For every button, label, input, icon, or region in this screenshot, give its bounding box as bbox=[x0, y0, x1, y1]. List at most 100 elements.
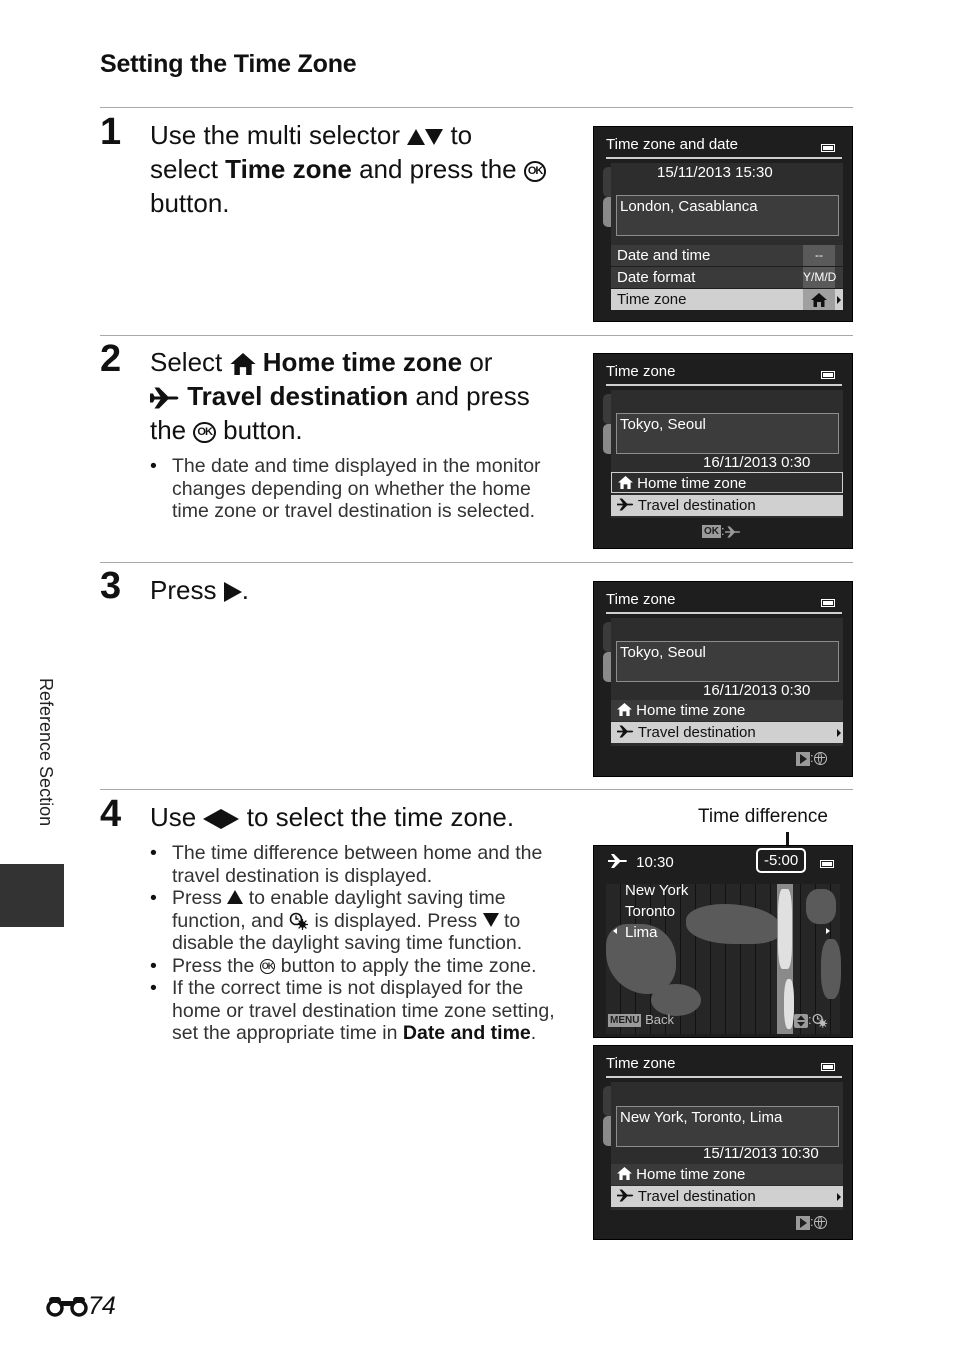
map-highlighted-land bbox=[778, 889, 792, 969]
text: to select the time zone. bbox=[246, 802, 515, 832]
option-travel-destination[interactable]: Travel destination bbox=[611, 495, 843, 516]
down-arrow-icon bbox=[425, 129, 444, 146]
row-value: Y/M/D bbox=[803, 267, 836, 288]
option-label: Travel destination bbox=[637, 724, 756, 741]
left-arrow-icon[interactable] bbox=[613, 928, 617, 934]
camera-screen-time-zone-result: Time zone New York, Toronto, Lima 15/11/… bbox=[593, 1045, 853, 1240]
airplane-icon bbox=[617, 725, 634, 738]
battery-icon bbox=[821, 1063, 835, 1071]
globe-icon bbox=[813, 752, 827, 766]
ok-button-icon: OK bbox=[193, 421, 216, 443]
option-label: Home time zone bbox=[636, 1166, 746, 1183]
divider bbox=[606, 1076, 842, 1078]
location-box: Tokyo, Seoul bbox=[616, 641, 839, 682]
step-2-notes: The date and time displayed in the monit… bbox=[150, 455, 570, 523]
datetime: 15/11/2013 15:30 bbox=[657, 164, 773, 181]
option-label: Home time zone bbox=[636, 702, 746, 719]
text: Press bbox=[150, 575, 217, 605]
up-down-key-icon bbox=[794, 1013, 808, 1028]
airplane-icon bbox=[608, 854, 627, 868]
row-label: Date format bbox=[617, 269, 696, 286]
divider bbox=[100, 789, 853, 790]
step-1-text: Use the multi selector to select Time zo… bbox=[150, 118, 570, 220]
right-arrow-icon bbox=[837, 1193, 841, 1201]
option-home-time-zone[interactable]: Home time zone bbox=[611, 1164, 843, 1185]
step-number: 3 bbox=[100, 565, 122, 607]
binoculars-icon bbox=[46, 1297, 88, 1317]
screen-title: Time zone bbox=[606, 591, 676, 608]
option-label: Home time zone bbox=[637, 475, 747, 492]
home-icon bbox=[803, 289, 835, 310]
option-home-time-zone[interactable]: Home time zone bbox=[611, 472, 843, 493]
camera-screen-time-zone-home: Time zone Tokyo, Seoul 16/11/2013 0:30 H… bbox=[593, 353, 853, 549]
note: Press to enable daylight saving time fun… bbox=[150, 887, 570, 955]
screen-title: Time zone bbox=[606, 1055, 676, 1072]
row-label: Time zone bbox=[617, 291, 687, 308]
text: Use bbox=[150, 802, 197, 832]
right-arrow-icon bbox=[837, 729, 841, 737]
page-number: 74 bbox=[46, 1292, 116, 1321]
datetime: 16/11/2013 0:30 bbox=[703, 454, 811, 471]
back-label: Back bbox=[645, 1012, 674, 1027]
right-key-icon bbox=[796, 751, 810, 766]
travel-time: 10:30 bbox=[608, 854, 674, 871]
city-list: New York Toronto Lima bbox=[625, 880, 688, 943]
divider bbox=[606, 612, 842, 614]
note: Press the OK button to apply the time zo… bbox=[150, 955, 570, 978]
text: button. bbox=[150, 188, 230, 218]
divider bbox=[100, 335, 853, 336]
text: button. bbox=[223, 415, 303, 445]
text: Select bbox=[150, 347, 223, 377]
text: to bbox=[450, 120, 473, 150]
step-4-text: Use to select the time zone. bbox=[150, 800, 580, 834]
time-difference-value: -5:00 bbox=[756, 848, 807, 873]
globe-icon bbox=[813, 1216, 827, 1230]
home-icon bbox=[229, 353, 256, 376]
map-highlighted-land bbox=[784, 979, 794, 1029]
callout-line bbox=[786, 832, 789, 846]
up-arrow-icon bbox=[407, 129, 426, 146]
location-box: Tokyo, Seoul bbox=[616, 413, 839, 454]
note: If the correct time is not displayed for… bbox=[150, 977, 570, 1045]
screen-title: Time zone and date bbox=[606, 136, 739, 153]
menu-row-date-format[interactable]: Date format Y/M/D bbox=[611, 267, 843, 288]
text: and press the bbox=[359, 154, 517, 184]
option-travel-destination[interactable]: Travel destination bbox=[611, 722, 843, 743]
airplane-icon bbox=[150, 387, 179, 409]
battery-icon bbox=[821, 599, 835, 607]
step-number: 4 bbox=[100, 793, 122, 835]
option-label: Travel destination bbox=[637, 1188, 756, 1205]
down-arrow-icon bbox=[482, 912, 499, 927]
airplane-icon bbox=[617, 498, 634, 511]
city-name: Toronto bbox=[625, 903, 676, 920]
menu-row-time-zone[interactable]: Time zone bbox=[611, 289, 843, 310]
text: is displayed. Press bbox=[314, 909, 478, 932]
right-arrow-icon[interactable] bbox=[826, 928, 830, 934]
datetime: 15/11/2013 10:30 bbox=[703, 1145, 819, 1162]
city-name: New York bbox=[625, 882, 689, 899]
text: or bbox=[469, 347, 493, 377]
camera-screen-world-map: 10:30 -5:00 New York Toronto Lima MENU B… bbox=[593, 845, 853, 1038]
battery-icon bbox=[821, 371, 835, 379]
right-key-icon bbox=[796, 1215, 810, 1230]
hint-menu-back[interactable]: MENU Back bbox=[608, 1012, 674, 1028]
camera-screen-time-zone-travel: Time zone Tokyo, Seoul 16/11/2013 0:30 H… bbox=[593, 581, 853, 777]
location-box: New York, Toronto, Lima bbox=[616, 1106, 839, 1147]
ok-button-icon: OK bbox=[523, 160, 547, 182]
daylight-saving-icon bbox=[812, 1013, 827, 1028]
text: select bbox=[150, 154, 218, 184]
option-travel-destination[interactable]: Travel destination bbox=[611, 1186, 843, 1207]
option-ref: Home time zone bbox=[262, 347, 463, 377]
row-value: -- bbox=[803, 245, 835, 266]
up-arrow-icon bbox=[227, 890, 244, 904]
map-landmass bbox=[686, 904, 781, 944]
menu-row-date-and-time[interactable]: Date and time -- bbox=[611, 245, 843, 266]
option-home-time-zone[interactable]: Home time zone bbox=[611, 700, 843, 721]
hint-right-globe: : bbox=[796, 1214, 827, 1230]
text: . bbox=[530, 1022, 537, 1044]
right-arrow-icon bbox=[837, 296, 841, 304]
page-title: Setting the Time Zone bbox=[100, 50, 357, 78]
ok-button-icon: OK bbox=[259, 958, 276, 974]
page-number-value: 74 bbox=[88, 1292, 116, 1320]
time-value: 10:30 bbox=[636, 854, 674, 871]
